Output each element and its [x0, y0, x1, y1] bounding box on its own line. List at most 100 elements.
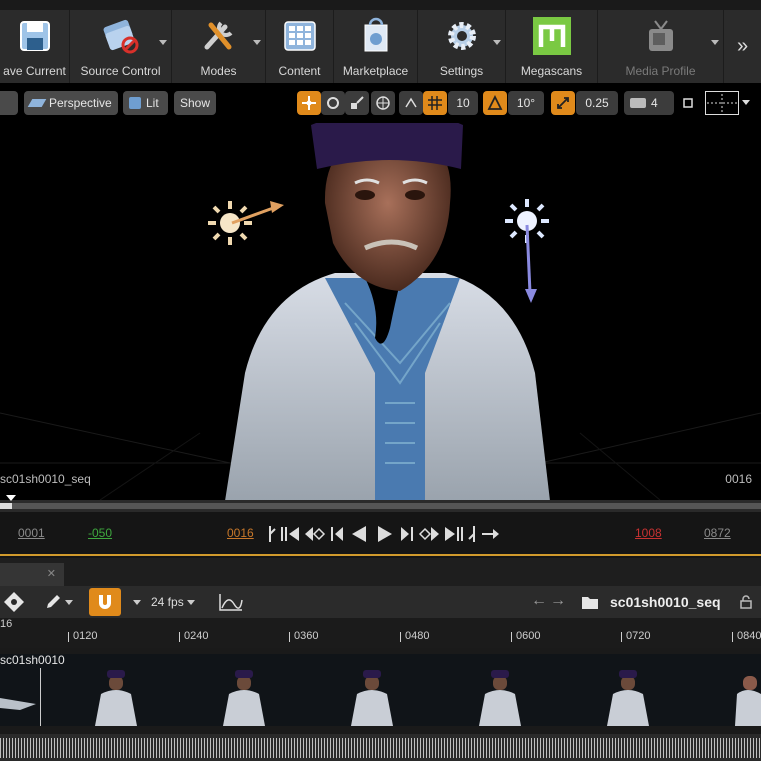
megascans-icon	[532, 16, 572, 56]
previous-key-icon[interactable]	[304, 525, 326, 543]
camera-speed-button[interactable]: 4	[624, 91, 674, 115]
scale-snap-value[interactable]: 0.25	[576, 91, 618, 115]
directional-light-icon[interactable]	[495, 195, 559, 305]
key-icon[interactable]	[3, 591, 25, 613]
rotation-snap-icon[interactable]	[483, 91, 507, 115]
playback-scrub-bar[interactable]	[0, 495, 761, 512]
offset-field[interactable]: -050	[88, 526, 112, 540]
ruler-tick-label: 0600	[516, 630, 541, 642]
out-frame-field[interactable]: 0872	[704, 526, 731, 540]
jump-to-start-icon[interactable]	[280, 525, 300, 543]
settings-button[interactable]: Settings	[418, 10, 506, 83]
media-profile-icon	[641, 16, 681, 56]
megascans-button[interactable]: Megascans	[506, 10, 598, 83]
pencil-icon[interactable]	[44, 593, 62, 611]
jump-to-end-icon[interactable]	[444, 525, 464, 543]
loop-arrow-icon[interactable]	[480, 525, 500, 543]
playhead-icon[interactable]	[6, 495, 16, 501]
scrub-track[interactable]	[0, 503, 761, 509]
timeline-ruler[interactable]: 16 0120 0240 0360 0480 0600 0720 0840	[0, 618, 761, 648]
expand-toolbar-button[interactable]: »	[724, 10, 761, 83]
modes-label: Modes	[200, 64, 237, 78]
curve-editor-icon[interactable]	[218, 592, 244, 612]
current-frame-field[interactable]: 0016	[227, 526, 254, 540]
viewport-toolbar: Perspective Lit Show 10 10° 0.25 4	[0, 91, 761, 117]
media-profile-label: Media Profile	[625, 64, 696, 78]
camera-icon	[630, 98, 646, 108]
chevron-down-icon[interactable]	[711, 40, 719, 45]
chevron-down-icon[interactable]	[133, 600, 141, 605]
shot-name-label: sc01sh0010	[0, 653, 65, 667]
close-icon[interactable]: ✕	[47, 567, 56, 580]
perspective-button[interactable]: Perspective	[24, 91, 118, 115]
camera-speed-label: 4	[651, 96, 658, 110]
chevron-down-icon[interactable]	[742, 100, 750, 105]
surface-snap-icon[interactable]	[399, 91, 423, 115]
grid-snap-value[interactable]: 10	[448, 91, 478, 115]
next-key-icon[interactable]	[418, 525, 440, 543]
modes-icon	[199, 16, 239, 56]
double-chevron-right-icon: »	[736, 35, 749, 57]
magnet-icon	[99, 595, 111, 609]
directional-light-icon[interactable]	[200, 193, 290, 263]
save-icon	[15, 16, 55, 56]
lock-icon[interactable]	[739, 595, 753, 609]
shot-section[interactable]: sc01sh0010	[0, 653, 761, 726]
set-start-icon[interactable]	[268, 525, 276, 543]
main-toolbar: ave Current Source Control Modes Content…	[0, 0, 761, 83]
source-control-button[interactable]: Source Control	[70, 10, 172, 83]
sequence-name[interactable]: sc01sh0010_seq	[610, 594, 721, 610]
rotation-snap-value[interactable]: 10°	[508, 91, 544, 115]
transport-controls	[268, 523, 500, 545]
save-current-button[interactable]: ave Current	[0, 10, 70, 83]
lit-button[interactable]: Lit	[123, 91, 168, 115]
viewport-frame-readout: 0016	[725, 472, 752, 486]
modes-button[interactable]: Modes	[172, 10, 266, 83]
viewport-options-button[interactable]	[0, 91, 18, 115]
chevron-down-icon[interactable]	[253, 40, 261, 45]
play-reverse-icon[interactable]	[348, 525, 370, 543]
back-arrow-icon[interactable]: ←	[531, 592, 547, 610]
snap-toggle-button[interactable]	[89, 588, 121, 616]
marketplace-icon	[356, 16, 396, 56]
show-button[interactable]: Show	[174, 91, 216, 115]
chevron-down-icon[interactable]	[159, 40, 167, 45]
marketplace-button[interactable]: Marketplace	[334, 10, 418, 83]
maximize-viewport-icon[interactable]	[676, 91, 700, 115]
globe-icon[interactable]	[371, 91, 395, 115]
grid-snap-icon[interactable]	[423, 91, 447, 115]
ruler-tick-label: 0240	[184, 630, 209, 642]
content-browser-icon	[280, 16, 320, 56]
chevron-down-icon[interactable]	[65, 600, 73, 605]
transport-bar: 0001 -050 0016 1008 0872	[0, 512, 761, 556]
forward-arrow-icon[interactable]: →	[550, 592, 566, 610]
sequencer-toolbar: 24 fps ← → sc01sh0010_seq	[0, 586, 761, 618]
level-viewport[interactable]: Perspective Lit Show 10 10° 0.25 4 sc01s…	[0, 83, 761, 500]
sequencer-tab-strip: ✕	[0, 558, 761, 586]
playback-progress	[0, 503, 12, 509]
folder-icon[interactable]	[581, 594, 599, 610]
rotate-mode-icon[interactable]	[321, 91, 345, 115]
ruler-tick-label: 0480	[405, 630, 430, 642]
end-frame-field[interactable]: 1008	[635, 526, 662, 540]
play-icon[interactable]	[374, 525, 396, 543]
media-profile-button[interactable]: Media Profile	[598, 10, 724, 83]
character-model[interactable]	[225, 123, 555, 500]
set-end-icon[interactable]	[468, 525, 476, 543]
step-forward-icon[interactable]	[400, 525, 414, 543]
ruler-tick-label: 0360	[294, 630, 319, 642]
chevron-down-icon	[186, 599, 195, 605]
sequencer-tab[interactable]: ✕	[0, 563, 64, 586]
chevron-down-icon[interactable]	[493, 40, 501, 45]
step-back-icon[interactable]	[330, 525, 344, 543]
start-frame-field[interactable]: 0001	[18, 526, 45, 540]
lit-mode-icon	[129, 97, 141, 109]
translate-mode-icon[interactable]	[297, 91, 321, 115]
content-button[interactable]: Content	[266, 10, 334, 83]
fps-dropdown[interactable]: 24 fps	[151, 592, 195, 612]
scale-mode-icon[interactable]	[345, 91, 369, 115]
shot-thumbnails	[0, 670, 761, 726]
scale-snap-icon[interactable]	[551, 91, 575, 115]
settings-label: Settings	[439, 64, 484, 78]
layout-options-icon[interactable]	[705, 91, 739, 115]
